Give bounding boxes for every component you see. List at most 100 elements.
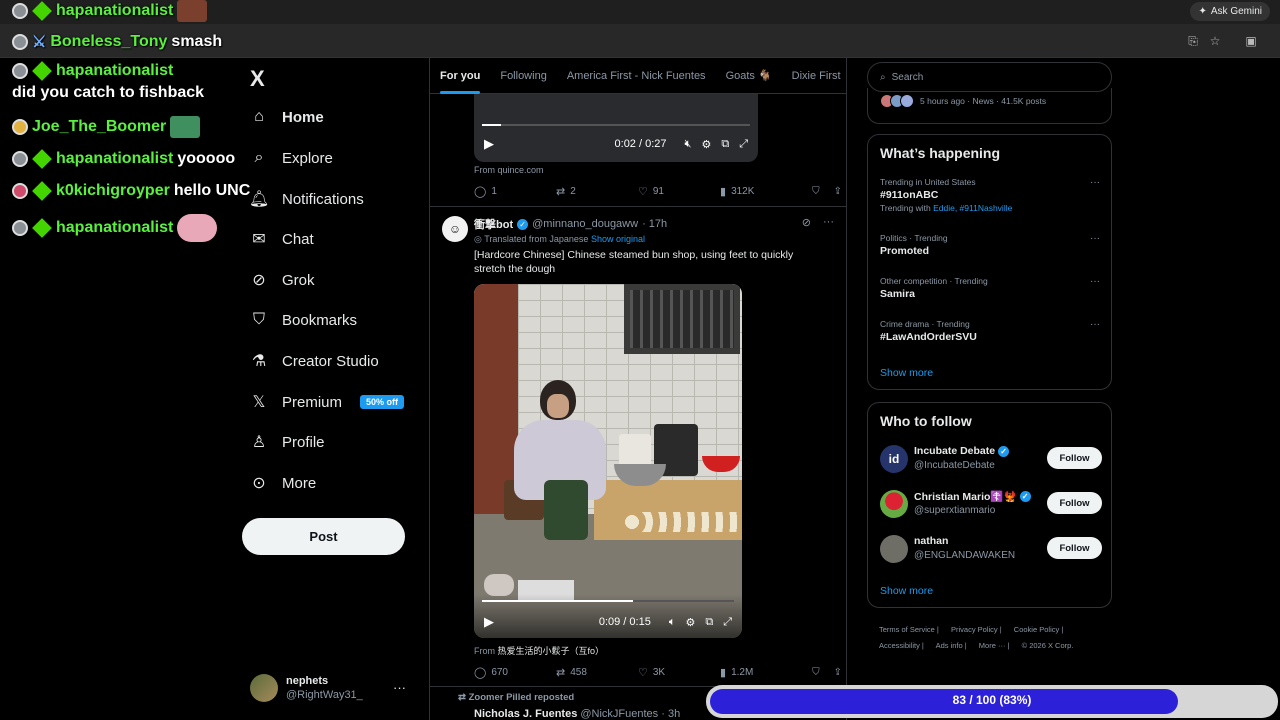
like-button[interactable]: ♡ 91 xyxy=(638,185,720,198)
nav-premium[interactable]: 𝕏 Premium 50% off xyxy=(250,393,405,411)
tab-dixie-first[interactable]: Dixie First xyxy=(782,58,846,94)
trend-item[interactable]: Trending in United States #911onABC Tren… xyxy=(880,177,1100,213)
reply-count: 1 xyxy=(491,186,497,197)
settings-icon[interactable]: ⚙ xyxy=(701,138,711,151)
views-button[interactable]: ▮ 312K xyxy=(720,185,802,198)
play-icon[interactable]: ▶ xyxy=(484,614,494,630)
reply-button[interactable]: ◯ 670 xyxy=(474,666,556,679)
repost-button[interactable]: ⇄ 2 xyxy=(556,185,638,198)
footer-link[interactable]: Accessibility | xyxy=(879,641,924,650)
star-icon[interactable]: ☆ xyxy=(1208,34,1222,48)
more-dots-icon[interactable]: ··· xyxy=(1090,177,1100,188)
translated-label: Translated from Japanese xyxy=(484,234,589,244)
like-button[interactable]: ♡ 3K xyxy=(638,666,720,679)
nav-profile[interactable]: ♙ Profile xyxy=(250,433,325,452)
author-handle[interactable]: @minnano_dougaww xyxy=(532,218,638,230)
nav-explore[interactable]: ⌕ Explore xyxy=(250,149,333,167)
more-dots-icon[interactable]: ··· xyxy=(823,216,834,229)
x-logo-icon[interactable]: X xyxy=(250,66,265,92)
emote-icon xyxy=(170,116,201,138)
emote-icon xyxy=(177,214,218,242)
video-progress-bar[interactable] xyxy=(482,124,750,126)
tab-america-first[interactable]: America First - Nick Fuentes xyxy=(557,58,716,94)
trend-item[interactable]: Politics · Trending Promoted ··· xyxy=(880,233,1100,257)
video-time: 0:09 / 0:15 xyxy=(598,616,651,628)
follow-suggestion[interactable]: nathan @ENGLANDAWAKEN Follow xyxy=(880,533,1102,565)
nav-notifications[interactable]: 🔔︎ Notifications xyxy=(249,190,364,209)
fullscreen-icon[interactable]: ⤢ xyxy=(723,616,732,629)
trend-item[interactable]: Other competition · Trending Samira ··· xyxy=(880,276,1100,300)
footer-link[interactable]: Privacy Policy | xyxy=(951,625,1002,634)
nav-home[interactable]: ⌂ Home xyxy=(250,108,324,126)
settings-icon[interactable]: ⚙ xyxy=(685,616,695,629)
timeline[interactable]: For you Following America First - Nick F… xyxy=(429,58,847,720)
bookmark-icon[interactable]: ⛉ xyxy=(812,667,820,678)
nav-chat[interactable]: ✉ Chat xyxy=(250,230,313,249)
play-icon[interactable]: ▶ xyxy=(484,136,494,152)
show-more-link[interactable]: Show more xyxy=(880,367,933,379)
left-sidebar: X ⌂ Home ⌕ Explore 🔔︎ Notifications ✉ Ch… xyxy=(242,58,428,720)
follow-button[interactable]: Follow xyxy=(1047,492,1102,514)
panel-title: What’s happening xyxy=(880,145,1001,161)
video-player[interactable]: ▶ 0:09 / 0:15 🔈︎ ⚙ ⧉ ⤢ xyxy=(474,284,742,638)
author-handle[interactable]: @NickJFuentes · 3h xyxy=(580,708,680,720)
more-dots-icon[interactable]: ··· xyxy=(1090,276,1100,287)
repost-button[interactable]: ⇄ 458 xyxy=(556,666,638,679)
video-progress-bar[interactable] xyxy=(482,600,734,602)
author-name[interactable]: 衝撃bot xyxy=(474,216,513,232)
video-controls: ▶ 0:02 / 0:27 🔇︎ ⚙ ⧉ ⤢ xyxy=(484,136,748,152)
author-name[interactable]: Nicholas J. Fuentes xyxy=(474,708,577,720)
nav-creator-studio[interactable]: ⚗ Creator Studio xyxy=(250,352,379,371)
footer-link[interactable]: More ··· | xyxy=(979,641,1010,650)
follow-button[interactable]: Follow xyxy=(1047,447,1102,469)
fullscreen-icon[interactable]: ⤢ xyxy=(739,138,748,151)
nav-bookmarks[interactable]: ⛉ Bookmarks xyxy=(250,311,357,329)
follow-button[interactable]: Follow xyxy=(1047,537,1102,559)
user-badge-icon xyxy=(12,119,28,135)
reply-button[interactable]: ◯ 1 xyxy=(474,185,556,198)
tab-following[interactable]: Following xyxy=(490,58,556,94)
bookmark-icon[interactable]: ⛉ xyxy=(812,186,820,197)
follow-suggestion[interactable]: Christian Mario☦️🐦‍🔥 ✓ @superxtianmario F… xyxy=(880,488,1102,520)
account-name: nephets xyxy=(286,675,329,687)
grok-icon[interactable]: ⊘ xyxy=(802,216,811,229)
show-more-link[interactable]: Show more xyxy=(880,585,933,597)
volume-icon[interactable]: 🔈︎ xyxy=(669,616,676,629)
account-switcher[interactable]: nephets @RightWay31_ ··· xyxy=(250,670,420,706)
trend-item[interactable]: Crime drama · Trending #LawAndOrderSVU ·… xyxy=(880,319,1100,343)
more-dots-icon[interactable]: ··· xyxy=(1090,319,1100,330)
tweet-time[interactable]: · 17h xyxy=(642,218,667,230)
share-icon[interactable]: ⇪ xyxy=(834,186,842,197)
trend-with-links[interactable]: Eddie, #911Nashville xyxy=(933,203,1012,213)
avatar[interactable]: ☺ xyxy=(442,216,468,242)
news-item[interactable]: 5 hours ago · News · 41.5K posts xyxy=(867,88,1112,124)
reposted-label[interactable]: ⇄ Zoomer Pilled reposted xyxy=(458,692,574,703)
video-source[interactable]: From quince.com xyxy=(474,165,544,175)
pip-icon[interactable]: ⧉ xyxy=(721,138,729,151)
video-time: 0:02 / 0:27 xyxy=(614,138,667,150)
post-button[interactable]: Post xyxy=(242,518,405,555)
share-icon[interactable]: ⇪ xyxy=(834,667,842,678)
follow-suggestion[interactable]: id Incubate Debate ✓ @IncubateDebate Foll… xyxy=(880,443,1102,475)
mute-icon[interactable]: 🔇︎ xyxy=(685,138,692,151)
tab-goats[interactable]: Goats 🐐 xyxy=(716,58,782,94)
ask-gemini-button[interactable]: ✦ Ask Gemini xyxy=(1190,2,1270,21)
more-dots-icon[interactable]: ··· xyxy=(1090,233,1100,244)
pip-icon[interactable]: ⧉ xyxy=(705,616,713,629)
footer-link[interactable]: Cookie Policy | xyxy=(1014,625,1063,634)
footer-link[interactable]: Ads info | xyxy=(936,641,967,650)
sidebar-icon[interactable]: ▣ xyxy=(1244,34,1258,48)
cast-icon[interactable]: ⎘ xyxy=(1186,34,1200,48)
video-player[interactable]: ▶ 0:02 / 0:27 🔇︎ ⚙ ⧉ ⤢ xyxy=(474,94,758,162)
whats-happening-panel: What’s happening Trending in United Stat… xyxy=(867,134,1112,390)
show-original-link[interactable]: Show original xyxy=(591,234,645,244)
views-button[interactable]: ▮ 1.2M xyxy=(720,666,802,679)
tab-for-you[interactable]: For you xyxy=(430,58,490,94)
video-source[interactable]: From 热爱生活的小鬏子（互fo） xyxy=(474,644,604,657)
nav-more[interactable]: ⊙ More xyxy=(250,474,316,493)
footer-link[interactable]: Terms of Service | xyxy=(879,625,939,634)
diamond-icon xyxy=(32,181,52,201)
flask-icon: ⚗ xyxy=(251,353,267,370)
nav-grok[interactable]: ⊘ Grok xyxy=(250,271,314,290)
globe-icon: ◎ xyxy=(474,234,482,244)
